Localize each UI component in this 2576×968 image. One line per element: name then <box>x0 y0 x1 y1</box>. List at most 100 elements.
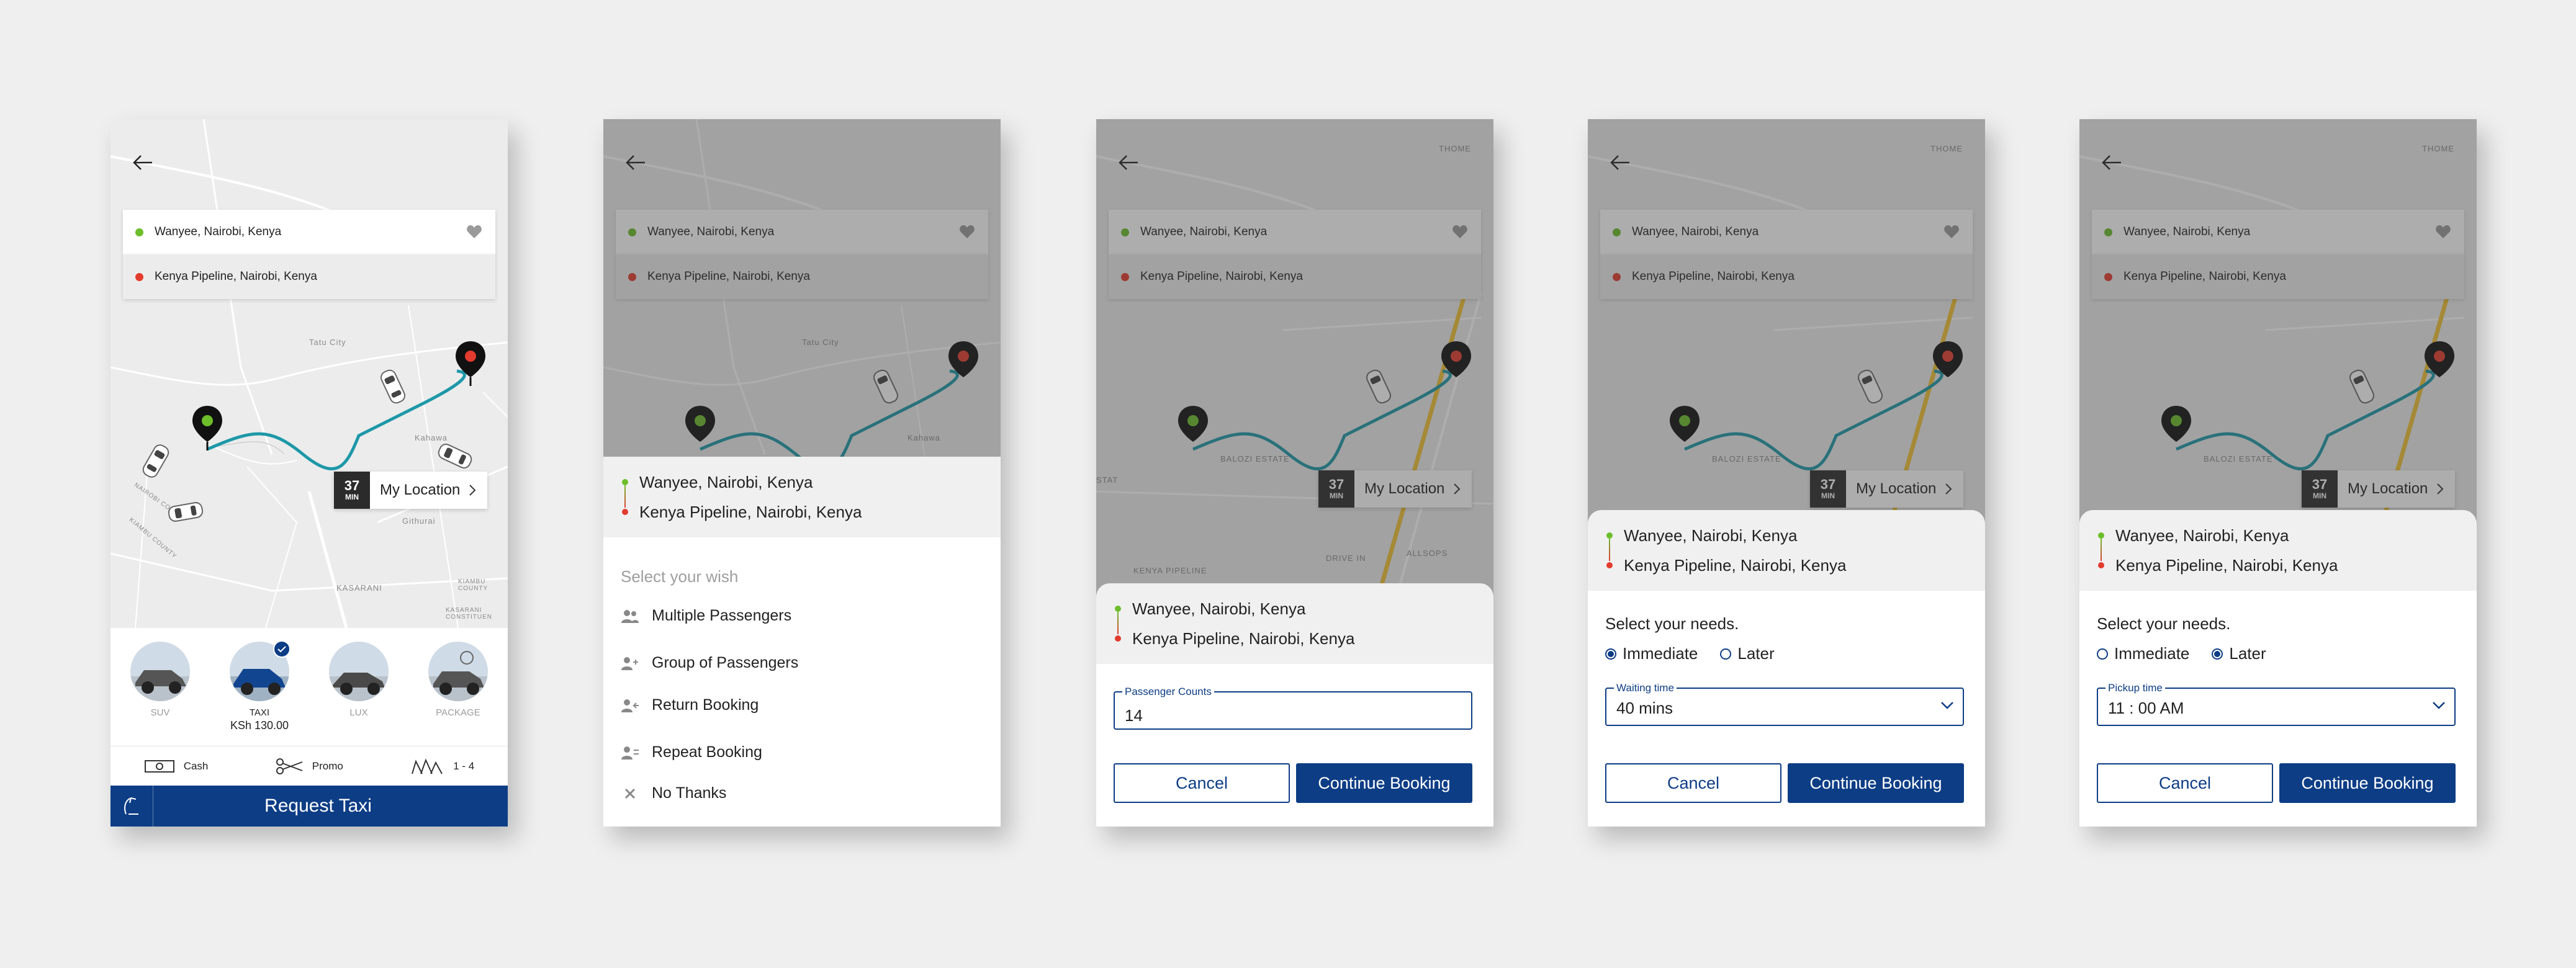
route-dropoff: Kenya Pipeline, Nairobi, Kenya <box>1624 556 1847 575</box>
map-label: THOME <box>1439 144 1471 153</box>
map-label: THOME <box>2422 144 2454 153</box>
waiting-time-select[interactable]: Waiting time 40 mins <box>1605 682 1964 726</box>
map-label: KIAMBU COUNTY <box>458 578 489 592</box>
pickup-pin-icon <box>192 406 222 450</box>
car-icon <box>438 444 472 468</box>
route-dropoff: Kenya Pipeline, Nairobi, Kenya <box>1132 629 1355 648</box>
radio-later[interactable] <box>2212 648 2223 660</box>
favorite-button[interactable] <box>462 220 487 244</box>
pickup-dot-icon <box>1606 532 1613 539</box>
pickup-dot-icon <box>622 479 628 485</box>
chevron-right-icon <box>2437 483 2444 495</box>
back-button[interactable] <box>114 138 171 187</box>
suv-car-icon <box>130 642 190 701</box>
wish-group-of-passengers[interactable]: Group of Passengers <box>621 654 798 672</box>
pickup-address: Wanyee, Nairobi, Kenya <box>1632 225 1759 238</box>
dropoff-address: Kenya Pipeline, Nairobi, Kenya <box>2123 270 2286 283</box>
request-taxi-button[interactable]: Request Taxi <box>110 786 508 827</box>
map-view[interactable]: THOME BALOZI ESTATE KENYA PIPELINE DRIVE… <box>1096 119 1493 628</box>
dropoff-pin-icon <box>2425 341 2454 377</box>
car-icon <box>873 369 898 404</box>
dropoff-address-field[interactable]: Kenya Pipeline, Nairobi, Kenya <box>1109 254 1481 299</box>
payment-option[interactable]: Cash <box>144 759 209 774</box>
radio-immediate[interactable] <box>2097 648 2108 660</box>
cancel-button[interactable]: Cancel <box>1114 763 1290 803</box>
pickup-time-select[interactable]: Pickup time 11 : 00 AM <box>2097 682 2456 726</box>
continue-booking-button[interactable]: Continue Booking <box>1296 763 1472 803</box>
car-icon <box>142 444 169 478</box>
wish-multiple-passengers[interactable]: Multiple Passengers <box>621 607 791 625</box>
schedule-button[interactable] <box>110 786 153 827</box>
pickup-address-field[interactable]: Wanyee, Nairobi, Kenya <box>2092 210 2464 254</box>
chevron-right-icon <box>1945 483 1952 495</box>
my-location-button[interactable]: 37 MIN My Location <box>1318 470 1472 508</box>
my-location-button[interactable]: 37 MIN My Location <box>1810 470 1964 508</box>
payment-label: Cash <box>183 760 209 772</box>
dropoff-address: Kenya Pipeline, Nairobi, Kenya <box>1140 270 1303 283</box>
field-label: Waiting time <box>1614 682 1677 694</box>
eta-unit: MIN <box>1821 491 1835 500</box>
person-repeat-icon <box>621 746 639 760</box>
car-icon <box>168 502 204 522</box>
cancel-button[interactable]: Cancel <box>1605 763 1781 803</box>
category-lux[interactable]: LUX <box>322 628 396 742</box>
wish-sheet: Select your wish Multiple Passengers Gro… <box>603 537 1001 827</box>
arrow-left-icon <box>133 155 152 170</box>
dropoff-address-field[interactable]: Kenya Pipeline, Nairobi, Kenya <box>616 254 988 299</box>
category-suv[interactable]: SUV <box>123 628 197 742</box>
favorite-button[interactable] <box>2431 220 2456 244</box>
my-location-button[interactable]: 37 MIN My Location <box>334 472 488 509</box>
radio-later-label: Later <box>2229 644 2266 663</box>
dropoff-address-field[interactable]: Kenya Pipeline, Nairobi, Kenya <box>2092 254 2464 299</box>
map-label: THOME <box>1930 144 1963 153</box>
continue-booking-button[interactable]: Continue Booking <box>2279 763 2456 803</box>
wish-return-booking[interactable]: Return Booking <box>621 696 759 714</box>
favorite-button[interactable] <box>1939 220 1964 244</box>
cancel-button[interactable]: Cancel <box>2097 763 2273 803</box>
map-label: BALOZI ESTATE <box>1712 454 1781 464</box>
continue-booking-button[interactable]: Continue Booking <box>1788 763 1964 803</box>
wish-label: Group of Passengers <box>652 654 799 671</box>
passenger-sheet: Passenger Counts 14 Cancel Continue Book… <box>1096 664 1493 827</box>
eta-badge: 37 MIN <box>1318 470 1354 508</box>
dropoff-address-field[interactable]: Kenya Pipeline, Nairobi, Kenya <box>123 254 495 299</box>
radio-immediate[interactable] <box>1605 648 1616 660</box>
back-button[interactable] <box>1100 138 1157 187</box>
favorite-button[interactable] <box>1448 220 1472 244</box>
back-button[interactable] <box>1592 138 1649 187</box>
wish-repeat-booking[interactable]: Repeat Booking <box>621 743 762 761</box>
car-icon <box>1366 369 1391 404</box>
favorite-button[interactable] <box>955 220 980 244</box>
field-label: Passenger Counts <box>1122 686 1214 698</box>
dropoff-address-field[interactable]: Kenya Pipeline, Nairobi, Kenya <box>1600 254 1973 299</box>
dropoff-dot-icon <box>2098 562 2104 568</box>
passenger-count-input[interactable]: Passenger Counts 14 <box>1114 686 1472 730</box>
map-view[interactable]: Tatu City Kahawa Githurai KASARANI KASAR… <box>110 119 508 628</box>
promo-option[interactable]: Promo <box>275 758 343 774</box>
dropoff-dot-icon <box>1121 272 1129 281</box>
eta-value: 37 <box>1820 476 1836 492</box>
category-package[interactable]: PACKAGE <box>421 628 495 742</box>
route-pickup: Wanyee, Nairobi, Kenya <box>1624 526 1798 545</box>
eta-unit: MIN <box>345 492 359 501</box>
timing-radio-group: Immediate Later <box>2097 644 2266 663</box>
route-pickup: Wanyee, Nairobi, Kenya <box>639 473 813 491</box>
my-location-button[interactable]: 37 MIN My Location <box>2302 470 2456 508</box>
route-summary: Wanyee, Nairobi, Kenya Kenya Pipeline, N… <box>2079 510 2477 591</box>
eta-unit: MIN <box>2313 491 2326 500</box>
screen-request-taxi: Tatu City Kahawa Githurai KASARANI KASAR… <box>110 119 508 827</box>
timing-radio-group: Immediate Later <box>1605 644 1775 663</box>
pickup-address-field[interactable]: Wanyee, Nairobi, Kenya <box>616 210 988 254</box>
radio-immediate-label: Immediate <box>2114 644 2190 663</box>
seats-option[interactable]: 1 - 4 <box>410 758 474 775</box>
radio-later[interactable] <box>1720 648 1732 660</box>
map-label: BALOZI ESTATE <box>2204 454 2273 464</box>
pickup-address-field[interactable]: Wanyee, Nairobi, Kenya <box>1109 210 1481 254</box>
back-button[interactable] <box>2083 138 2140 187</box>
pickup-address-field[interactable]: Wanyee, Nairobi, Kenya <box>123 210 495 254</box>
category-taxi[interactable]: TAXI KSh 130.00 <box>222 628 297 742</box>
pickup-address-field[interactable]: Wanyee, Nairobi, Kenya <box>1600 210 1973 254</box>
screen-needs-later: THOME BALOZI ESTATE Wanyee, Nairobi, Ken… <box>2079 119 2477 827</box>
wish-no-thanks[interactable]: No Thanks <box>621 784 726 802</box>
back-button[interactable] <box>607 138 664 187</box>
